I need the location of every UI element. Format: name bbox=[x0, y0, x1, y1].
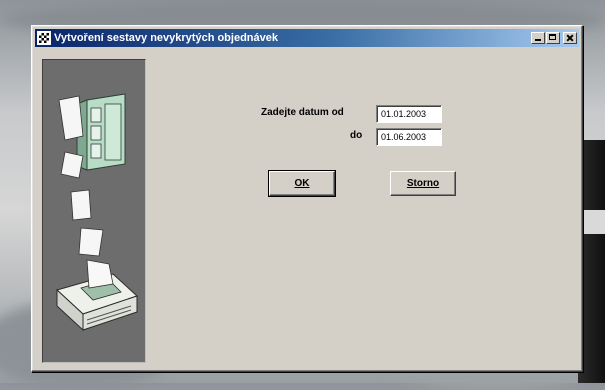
maximize-icon[interactable] bbox=[546, 32, 560, 44]
date-to-field[interactable]: 01.06.2003 bbox=[376, 128, 442, 146]
ok-button-label: OK bbox=[294, 178, 310, 189]
cancel-button-label: Storno bbox=[406, 178, 440, 189]
app-icon bbox=[37, 31, 51, 45]
illustration-panel bbox=[42, 59, 146, 363]
date-from-label: Zadejte datum od bbox=[261, 107, 344, 118]
minimize-icon[interactable] bbox=[531, 32, 545, 44]
ok-button[interactable]: OK bbox=[268, 170, 336, 197]
close-icon[interactable] bbox=[563, 32, 577, 44]
cancel-button[interactable]: Storno bbox=[390, 171, 456, 196]
title-bar-controls bbox=[531, 32, 577, 44]
date-to-label: do bbox=[350, 130, 363, 141]
window-title: Vytvoření sestavy nevykrytých objednávek bbox=[54, 32, 278, 44]
printer-icon bbox=[56, 259, 138, 332]
report-dialog-window: Vytvoření sestavy nevykrytých objednávek bbox=[31, 25, 583, 372]
printer-papers-illustration bbox=[56, 93, 138, 332]
title-bar[interactable]: Vytvoření sestavy nevykrytých objednávek bbox=[35, 29, 579, 47]
date-from-field[interactable]: 01.01.2003 bbox=[376, 105, 442, 123]
cabinet-icon bbox=[76, 93, 126, 171]
